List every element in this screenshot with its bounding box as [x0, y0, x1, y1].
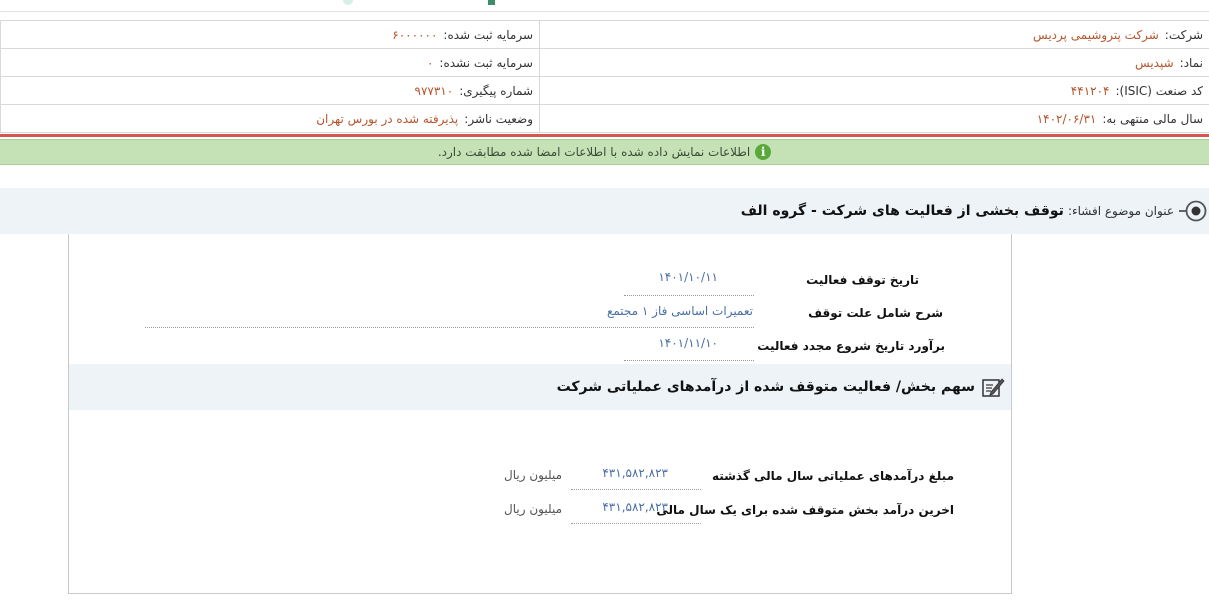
dotted-underline: [571, 523, 701, 524]
company-value: شرکت پتروشیمی پردیس: [1033, 27, 1159, 42]
info-row: سال مالی منتهی به: ۱۴۰۲/۰۶/۳۱ وضعیت ناشر…: [0, 105, 1209, 133]
restart-estimate-value-wrap: ۱۴۰۱/۱۱/۱۰: [658, 336, 718, 350]
isic-label: کد صنعت (ISIC):: [1115, 83, 1203, 98]
symbol-value: شپدیس: [1135, 55, 1174, 70]
publisher-status-cell: وضعیت ناشر: پذیرفته شده در بورس تهران: [0, 105, 540, 132]
top-tab-mark: [488, 0, 495, 5]
restart-estimate-value: ۱۴۰۱/۱۱/۱۰: [658, 336, 718, 350]
last-year-revenue-value-wrap: ۴۳۱,۵۸۲,۸۲۳: [602, 466, 668, 480]
target-icon: [1179, 200, 1207, 222]
last-year-revenue-label-wrap: مبلغ درآمدهای عملیاتی سال مالی گذشته: [712, 469, 954, 483]
publisher-status-label: وضعیت ناشر:: [464, 111, 533, 126]
dotted-underline: [571, 489, 701, 490]
restart-estimate-label-wrap: برآورد تاریخ شروع مجدد فعالیت: [757, 339, 945, 353]
info-row: نماد: شپدیس سرمایه ثبت نشده: ۰: [0, 49, 1209, 77]
unregistered-capital-cell: سرمایه ثبت نشده: ۰: [0, 49, 540, 76]
share-section-title: سهم بخش/ فعالیت متوقف شده از درآمدهای عم…: [556, 379, 975, 395]
company-info-table: شرکت: شرکت پتروشیمی پردیس سرمایه ثبت شده…: [0, 20, 1209, 133]
info-icon: i: [755, 144, 772, 160]
registered-capital-label: سرمایه ثبت شده:: [443, 27, 533, 42]
fiscal-year-value: ۱۴۰۲/۰۶/۳۱: [1036, 111, 1097, 126]
stopped-segment-revenue-value-wrap: ۴۳۱,۵۸۲,۸۲۳: [602, 500, 668, 514]
stopped-segment-revenue-unit: میلیون ریال: [504, 502, 562, 516]
edit-icon: [982, 378, 1005, 397]
stopped-segment-revenue-value: ۴۳۱,۵۸۲,۸۲۳: [602, 500, 668, 514]
top-tab-mark: [343, 0, 353, 5]
separator-line: [0, 134, 1209, 137]
unregistered-capital-label: سرمایه ثبت نشده:: [439, 55, 533, 70]
fiscal-year-label: سال مالی منتهی به:: [1102, 111, 1203, 126]
registered-capital-cell: سرمایه ثبت شده: ۶۰۰۰۰۰۰: [0, 21, 540, 48]
stopped-segment-revenue-label-wrap: اخرین درآمد بخش متوقف شده برای یک سال ما…: [656, 503, 954, 517]
stop-reason-label-wrap: شرح شامل علت توقف: [808, 306, 943, 320]
info-row: کد صنعت (ISIC): ۴۴۱۲۰۴ شماره پیگیری: ۹۷۷…: [0, 77, 1209, 105]
last-year-revenue-label: مبلغ درآمدهای عملیاتی سال مالی گذشته: [711, 469, 954, 483]
alert-text: اطلاعات نمایش داده شده با اطلاعات امضا ش…: [437, 145, 751, 159]
share-section-header: سهم بخش/ فعالیت متوقف شده از درآمدهای عم…: [69, 364, 1011, 410]
subject-label: عنوان موضوع افشاء:: [1067, 204, 1174, 218]
publisher-status-value: پذیرفته شده در بورس تهران: [316, 111, 459, 126]
dotted-underline: [624, 295, 754, 296]
last-year-revenue-value: ۴۳۱,۵۸۲,۸۲۳: [602, 466, 668, 480]
verification-alert: i اطلاعات نمایش داده شده با اطلاعات امضا…: [0, 139, 1209, 165]
stop-reason-value-wrap: تعمیرات اساسی فاز ۱ مجتمع: [607, 304, 753, 318]
company-label: شرکت:: [1164, 27, 1203, 42]
stop-reason-label: شرح شامل علت توقف: [808, 306, 943, 320]
disclosure-content: تاریخ توقف فعالیت ۱۴۰۱/۱۰/۱۱ شرح شامل عل…: [68, 234, 1012, 594]
dotted-underline: [145, 327, 754, 328]
last-year-revenue-unit: میلیون ریال: [504, 468, 562, 482]
symbol-label: نماد:: [1179, 55, 1203, 70]
registered-capital-value: ۶۰۰۰۰۰۰: [392, 27, 438, 42]
unregistered-capital-value: ۰: [426, 55, 434, 70]
restart-estimate-label: برآورد تاریخ شروع مجدد فعالیت: [757, 339, 945, 353]
subject-bar: عنوان موضوع افشاء: توقف بخشی از فعالیت ه…: [0, 188, 1209, 234]
symbol-cell: نماد: شپدیس: [540, 49, 1209, 76]
isic-cell: کد صنعت (ISIC): ۴۴۱۲۰۴: [540, 77, 1209, 104]
tracking-number-cell: شماره پیگیری: ۹۷۷۳۱۰: [0, 77, 540, 104]
tracking-number-value: ۹۷۷۳۱۰: [414, 83, 454, 98]
stop-reason-value: تعمیرات اساسی فاز ۱ مجتمع: [606, 304, 753, 318]
stop-date-label-wrap: تاریخ توقف فعالیت: [806, 273, 919, 287]
stopped-segment-revenue-label: اخرین درآمد بخش متوقف شده برای یک سال ما…: [656, 503, 954, 517]
stop-date-value: ۱۴۰۱/۱۰/۱۱: [658, 270, 718, 284]
tracking-number-label: شماره پیگیری:: [459, 83, 533, 98]
fiscal-year-cell: سال مالی منتهی به: ۱۴۰۲/۰۶/۳۱: [540, 105, 1209, 132]
subject-title: توقف بخشی از فعالیت های شرکت - گروه الف: [740, 203, 1064, 219]
dotted-underline: [624, 360, 754, 361]
info-row: شرکت: شرکت پتروشیمی پردیس سرمایه ثبت شده…: [0, 20, 1209, 49]
isic-value: ۴۴۱۲۰۴: [1070, 83, 1110, 98]
stop-date-label: تاریخ توقف فعالیت: [806, 273, 919, 287]
stop-date-value-wrap: ۱۴۰۱/۱۰/۱۱: [658, 270, 718, 284]
company-cell: شرکت: شرکت پتروشیمی پردیس: [540, 21, 1209, 48]
top-divider: [0, 11, 1209, 12]
